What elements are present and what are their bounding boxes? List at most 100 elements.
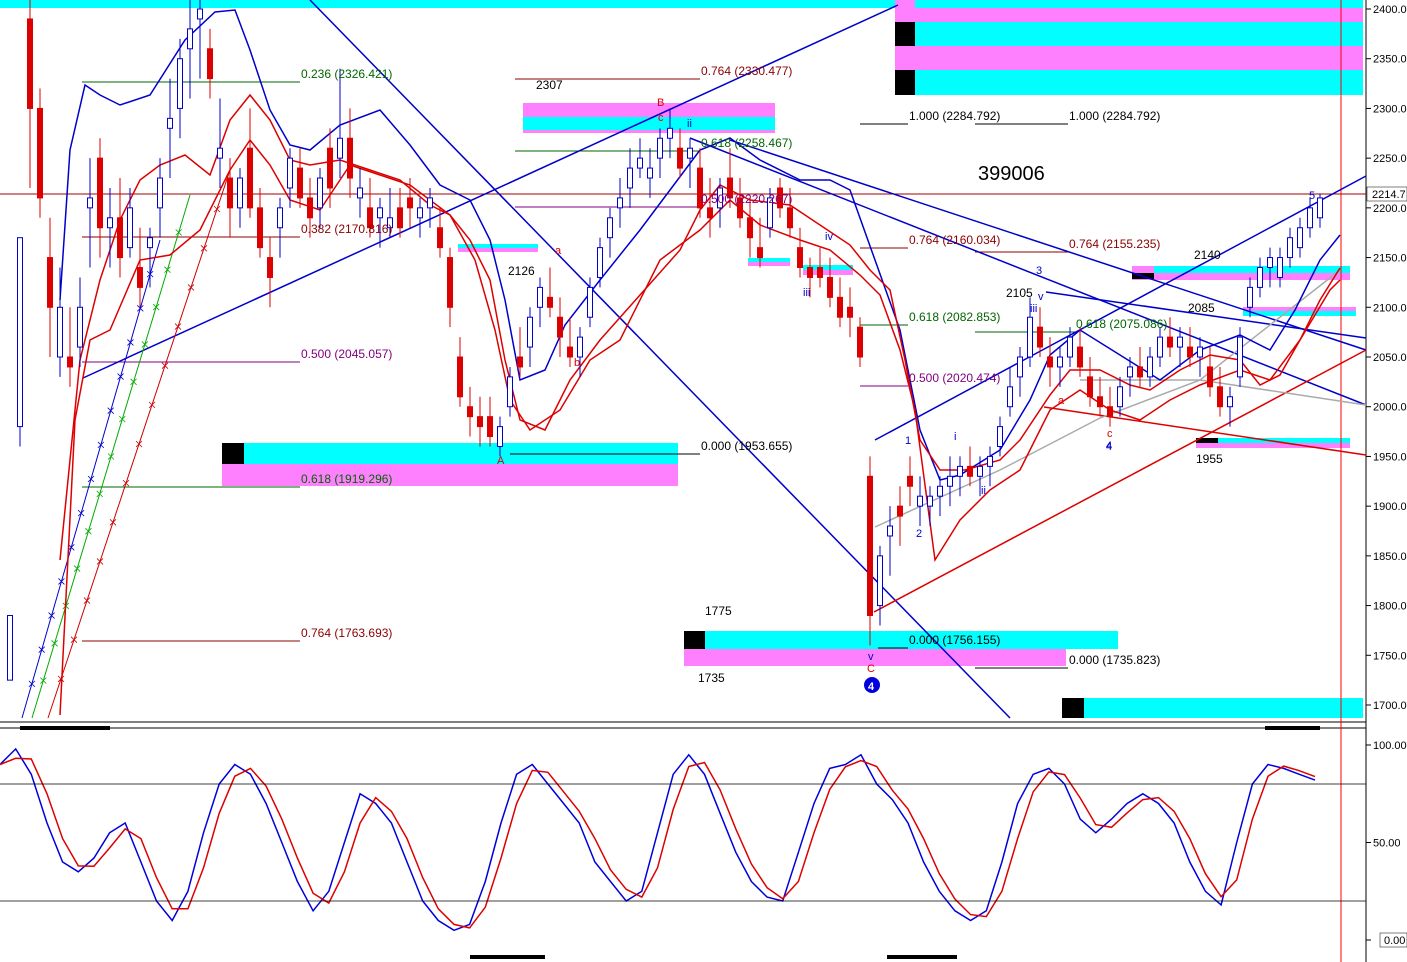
wave-label: c <box>658 112 664 124</box>
time-bar-3 <box>470 955 545 959</box>
candle-body <box>327 147 333 189</box>
price-tick-label: 2400.0 <box>1373 4 1407 16</box>
wave-label: v <box>1038 291 1044 303</box>
zone-A-black <box>222 443 244 464</box>
candle-body <box>307 197 313 219</box>
candle-body <box>557 316 563 338</box>
wave-4-circle-text: 4 <box>868 681 875 693</box>
wave-label: 5 <box>1309 190 1315 202</box>
price-tick-label: 2300.0 <box>1373 103 1407 115</box>
candle-body <box>37 107 43 199</box>
candle-body <box>1277 257 1283 278</box>
candle-body <box>1267 257 1273 269</box>
candle-body <box>77 306 83 348</box>
candle-body <box>1067 336 1073 358</box>
candle-body <box>357 187 363 199</box>
zone-top-right-cyan2 <box>915 22 1363 46</box>
chart-title: 399006 <box>978 163 1045 185</box>
candle-body <box>1257 267 1263 288</box>
candle-body <box>427 197 433 209</box>
wave-label: ii <box>687 118 692 130</box>
candle-body <box>1207 366 1213 388</box>
candle-body <box>687 147 693 159</box>
candle-body <box>277 207 283 229</box>
price-axis: 2400.0 2350.0 2300.0 2250.0 2200.0 2150.0 2100… <box>1366 4 1407 712</box>
fib-level-label: 0.618 (2258.467) <box>701 136 792 150</box>
wave-label: v <box>868 651 874 663</box>
candle-body <box>927 495 933 507</box>
wave-label: iv <box>825 231 833 243</box>
fib-level-label: 0.000 (1756.155) <box>909 633 1000 647</box>
candle-body <box>67 356 73 368</box>
candle-body <box>107 217 113 229</box>
price-tick-label: 2150.0 <box>1373 253 1407 265</box>
fib-level-label: 0.618 (1919.296) <box>301 472 392 486</box>
candle-body <box>817 267 823 278</box>
wave-label: a <box>555 245 562 257</box>
wave-label: iii <box>1030 303 1037 315</box>
candle-body <box>1287 237 1293 259</box>
candle-body <box>797 247 803 269</box>
candle-body <box>1097 396 1103 408</box>
wave-label: ii <box>981 485 986 497</box>
candle-body <box>957 465 963 477</box>
candle-body <box>887 525 893 537</box>
candle-body <box>1107 406 1113 418</box>
candle-body <box>237 177 243 209</box>
candle-body <box>497 426 503 447</box>
candle-body <box>447 257 453 308</box>
candle-body <box>757 247 763 259</box>
candle-body <box>47 257 53 308</box>
candle-body <box>987 455 993 467</box>
wave-label: 3 <box>1036 265 1042 277</box>
wave-label: c <box>1107 428 1113 440</box>
candle-body <box>877 555 883 607</box>
candle-body <box>627 167 633 189</box>
wave-label: B <box>657 97 664 109</box>
price-label: 1955 <box>1196 452 1223 466</box>
candle-body <box>1317 197 1323 219</box>
price-tick-label: 2100.0 <box>1373 302 1407 314</box>
candle-body <box>487 416 493 438</box>
wave-label: 1 <box>905 435 911 447</box>
price-tick-label: 1800.0 <box>1373 601 1407 613</box>
candle-body <box>517 356 523 368</box>
candle-body <box>467 406 473 418</box>
candle-body <box>157 177 163 209</box>
zone-right-2140-cyan <box>1154 266 1350 273</box>
candle-body <box>617 197 623 209</box>
wave-label: iii <box>803 287 810 299</box>
time-bar-2 <box>1265 726 1320 730</box>
price-label: 2085 <box>1188 301 1215 315</box>
candle-body <box>507 376 513 408</box>
candle-body <box>267 257 273 278</box>
candle-body <box>137 267 143 288</box>
price-tick-label: 2000.0 <box>1373 402 1407 414</box>
candle-body <box>177 58 183 109</box>
candle-body <box>907 475 913 487</box>
price-label: 2307 <box>536 78 563 92</box>
candle-body <box>347 137 353 179</box>
price-tick-label: 2350.0 <box>1373 54 1407 66</box>
candle-body <box>1127 366 1133 378</box>
candle-body <box>417 207 423 219</box>
candle-body <box>257 207 263 249</box>
candle-body <box>287 157 293 189</box>
current-price-label: 2214.7 <box>1372 189 1406 201</box>
fib-level-label: 0.764 (2160.034) <box>909 233 1000 247</box>
candle-body <box>17 237 23 428</box>
candle-body <box>337 137 343 159</box>
candle-body <box>247 147 253 209</box>
candle-body <box>457 356 463 398</box>
price-tick-label: 1900.0 <box>1373 501 1407 513</box>
fib-level-label: 0.764 (2330.477) <box>701 64 792 78</box>
wave-label: a <box>1058 395 1065 407</box>
osc-tick-label: 50.00 <box>1373 838 1401 850</box>
price-label: 2126 <box>508 264 535 278</box>
candle-body <box>937 485 943 497</box>
candle-body <box>807 267 813 278</box>
fib-level-label: 0.000 (1953.655) <box>701 439 792 453</box>
candle-body <box>1007 386 1013 408</box>
candle-body <box>947 475 953 487</box>
price-tick-label: 1950.0 <box>1373 451 1407 463</box>
